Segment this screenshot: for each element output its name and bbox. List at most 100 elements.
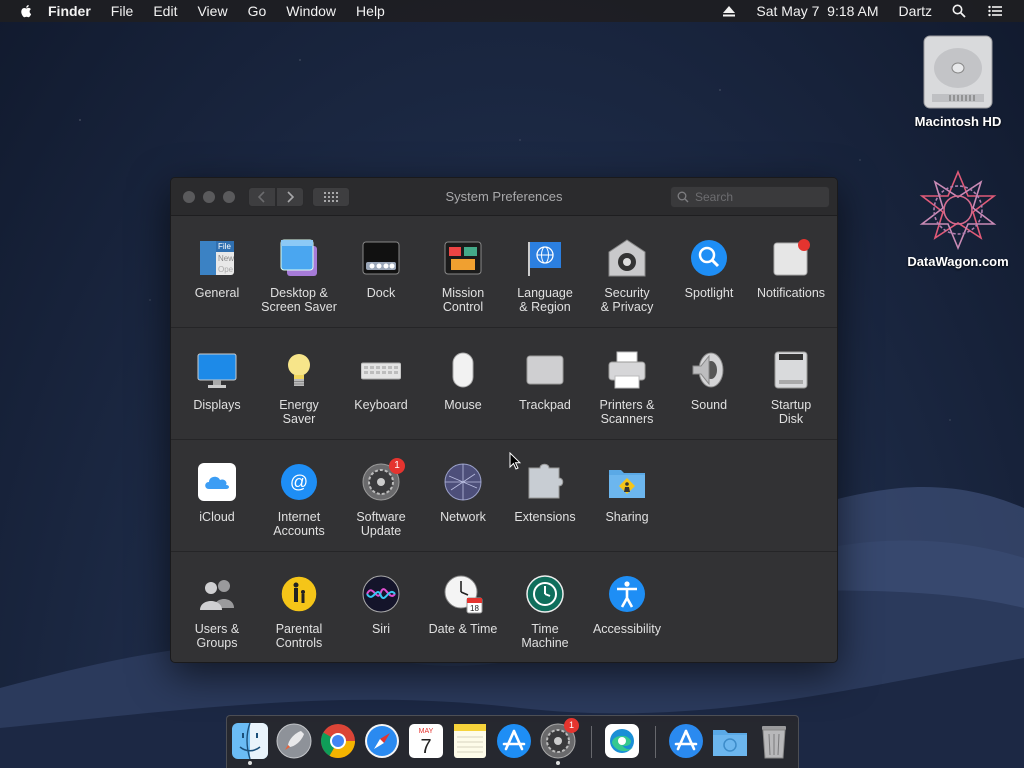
pref-label: Date & Time [428,622,498,636]
pref-spotlight[interactable]: Spotlight [668,238,750,300]
calendar-month: MAY [419,728,434,735]
menubar-clock[interactable]: Sat May 7 9:18 AM [756,3,878,19]
pref-internet-accounts[interactable]: @ Internet Accounts [258,462,340,538]
pref-language-region[interactable]: Language & Region [504,238,586,314]
general-icon: File New Ope [200,241,234,275]
trackpad-icon [526,355,564,385]
desktop-macintosh-hd[interactable]: Macintosh HD [900,32,1016,129]
eject-icon[interactable] [722,4,736,18]
dock-finder[interactable] [231,722,269,765]
menu-file[interactable]: File [111,0,134,22]
trash-icon [762,726,786,759]
pref-date-time[interactable]: 18 Date & Time [422,574,504,636]
pref-label: General [194,286,240,300]
dock-app-store[interactable] [495,722,533,760]
mouse-cursor-icon [509,452,521,470]
pref-users-groups[interactable]: Users & Groups [176,574,258,650]
pref-mission-control[interactable]: Mission Control [422,238,504,314]
pref-desktop-screen-saver[interactable]: Desktop & Screen Saver [258,238,340,314]
notification-center-icon[interactable] [986,4,1004,18]
pref-label: Notifications [756,286,826,300]
search-field[interactable] [670,186,830,208]
dock-safari[interactable] [363,722,401,760]
running-indicator [248,761,252,765]
pref-printers-scanners[interactable]: Printers & Scanners [586,350,668,426]
menu-window[interactable]: Window [286,0,336,22]
pref-row-internet: iCloud @ Internet Accounts 1 Software Up… [171,440,837,552]
dock-chrome[interactable] [319,722,357,760]
mouse-icon [452,352,474,388]
users-groups-icon [200,580,234,610]
dock-launchpad[interactable] [275,722,313,760]
pref-extensions[interactable]: Extensions [504,462,586,524]
accessibility-icon [609,576,645,612]
pref-sound[interactable]: Sound [668,350,750,412]
pref-trackpad[interactable]: Trackpad [504,350,586,412]
menu-edit[interactable]: Edit [153,0,177,22]
pref-time-machine[interactable]: Time Machine [504,574,586,650]
app-store-icon [497,724,531,758]
dock-system-preferences[interactable]: 1 [539,718,579,765]
apple-menu-icon[interactable] [20,4,34,18]
pref-label: Trackpad [519,398,571,412]
dock-applications[interactable] [667,722,705,760]
calendar-icon: MAY 7 [409,724,443,758]
pref-startup-disk[interactable]: Startup Disk [750,350,832,426]
pref-general[interactable]: File New Ope General [176,238,258,300]
dock-separator [655,726,656,758]
menubar-user[interactable]: Dartz [899,3,932,19]
dock-edge[interactable] [603,722,641,760]
hard-drive-icon [923,35,993,109]
datawagon-logo-icon [919,169,997,251]
search-input[interactable] [695,190,815,204]
siri-icon [362,575,400,613]
dock-calendar[interactable]: MAY 7 [407,722,445,760]
pref-security-privacy[interactable]: Security & Privacy [586,238,668,314]
pref-notifications[interactable]: Notifications [750,238,832,300]
sharing-icon [609,470,645,498]
pref-label: Dock [366,286,396,300]
startup-disk-icon [774,351,808,389]
pref-sharing[interactable]: Sharing [586,462,668,524]
pref-label: Siri [371,622,391,636]
pref-keyboard[interactable]: Keyboard [340,350,422,412]
pref-siri[interactable]: Siri [340,574,422,636]
pref-label: Parental Controls [275,622,323,650]
search-icon [677,191,689,203]
internet-accounts-icon: @ [281,464,317,500]
pref-label: Extensions [514,510,576,524]
safari-icon [365,724,399,758]
pref-network[interactable]: Network [422,462,504,524]
pref-dock[interactable]: Dock [340,238,422,300]
menu-bar: Finder File Edit View Go Window Help Sat… [0,0,1024,22]
dock: MAY 7 1 [226,715,799,768]
keyboard-icon [361,362,401,380]
pref-label: Spotlight [684,286,734,300]
spotlight-search-icon[interactable] [952,4,966,18]
dock-notes[interactable] [451,722,489,760]
pref-software-update[interactable]: 1 Software Update [340,458,422,538]
energy-saver-icon [288,354,310,386]
menu-help[interactable]: Help [356,0,385,22]
pref-accessibility[interactable]: Accessibility [586,574,668,636]
pref-label: Displays [193,398,241,412]
pref-energy-saver[interactable]: Energy Saver [258,350,340,426]
pref-label: Time Machine [521,622,569,650]
dock-icon [362,241,400,275]
menu-view[interactable]: View [197,0,227,22]
menu-finder[interactable]: Finder [48,0,91,22]
pref-displays[interactable]: Displays [176,350,258,412]
menu-go[interactable]: Go [248,0,267,22]
finder-icon [232,722,268,760]
svg-text:File: File [218,242,231,251]
dock-trash[interactable] [755,722,793,760]
time-machine-icon [526,575,564,613]
pref-label: Accessibility [592,622,662,636]
dock-downloads[interactable] [711,722,749,760]
desktop-datawagon[interactable]: DataWagon.com [898,168,1018,269]
parental-controls-icon [280,575,318,613]
window-titlebar[interactable]: System Preferences [171,178,837,216]
pref-mouse[interactable]: Mouse [422,350,504,412]
pref-icloud[interactable]: iCloud [176,462,258,524]
pref-parental-controls[interactable]: Parental Controls [258,574,340,650]
